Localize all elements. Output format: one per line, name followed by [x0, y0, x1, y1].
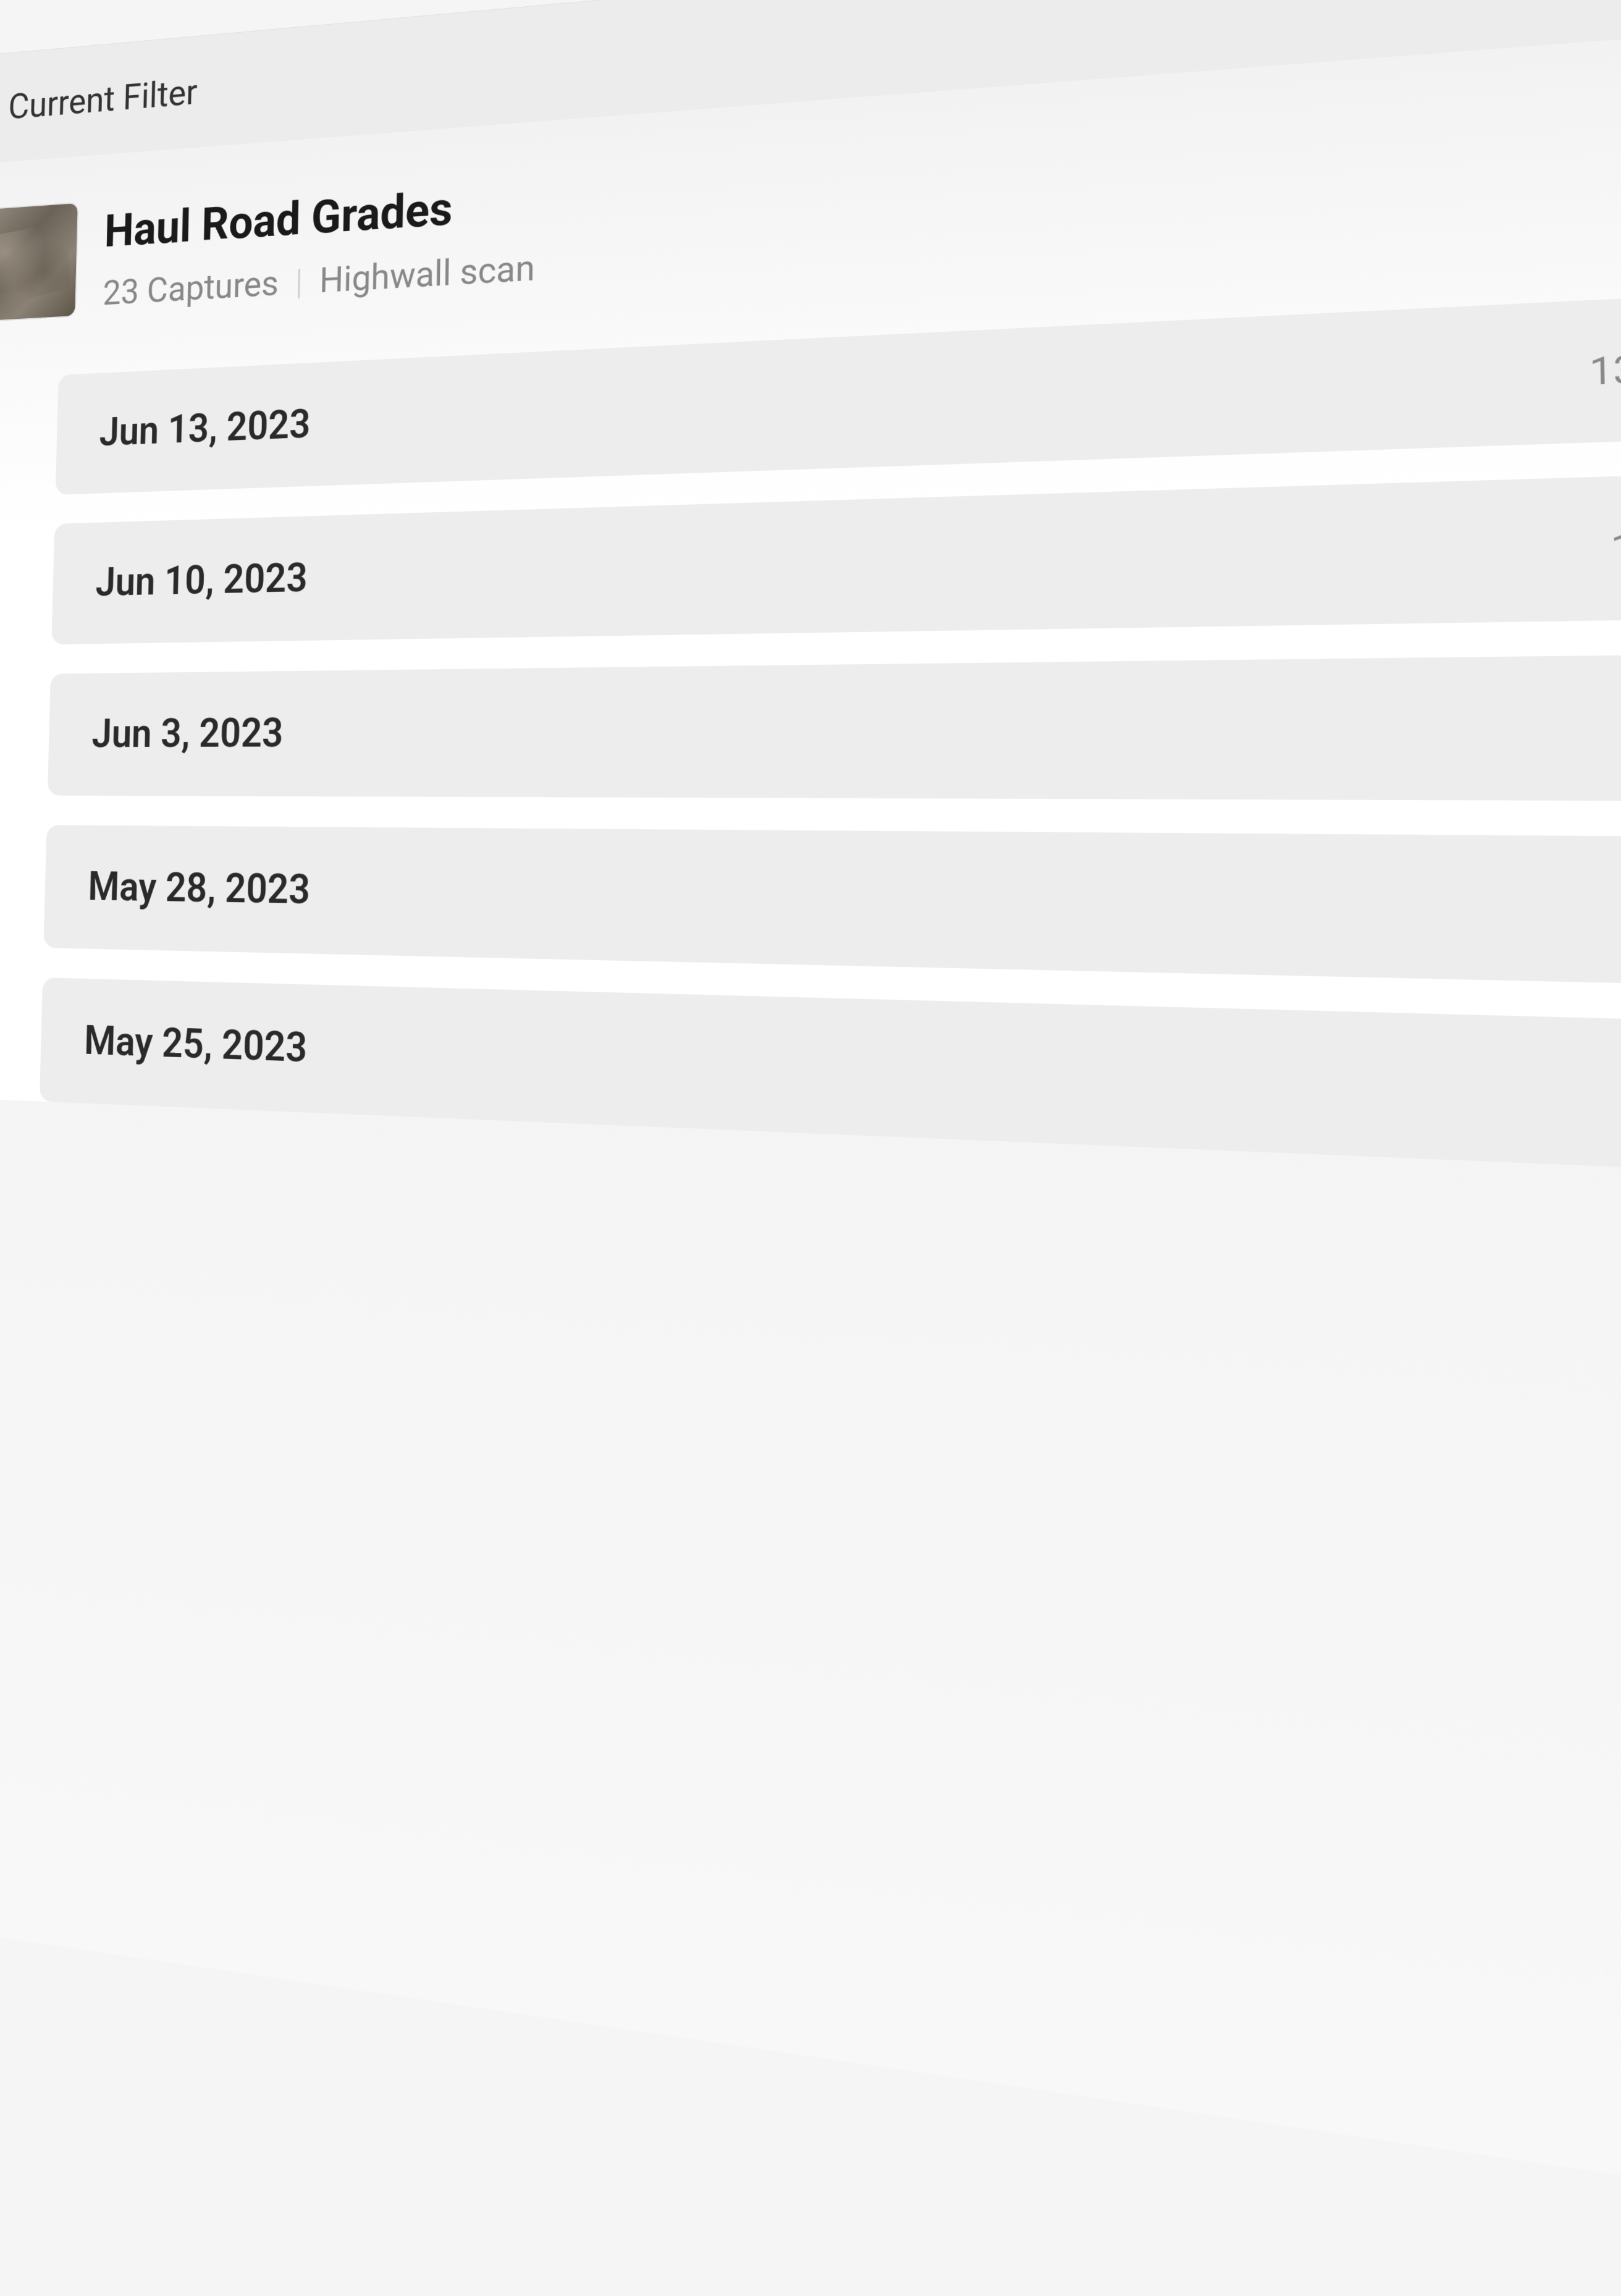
captures-list: Jun 13, 2023 13 files | Processing progr… — [0, 268, 1621, 1195]
captures-count: 23 Captures — [103, 262, 279, 314]
capture-files: 13 files — [1610, 522, 1621, 572]
capture-files: 13 files — [1589, 342, 1621, 394]
meta-divider: | — [295, 260, 303, 303]
capture-date: May 28, 2023 — [88, 864, 311, 914]
terrain-thumbnail-icon — [0, 202, 79, 323]
content-area: Haul Road Grades 23 Captures | Highwall … — [0, 0, 1621, 1195]
capture-row[interactable]: Jun 3, 2023 13 files | Synced to cloud — [48, 648, 1621, 803]
capture-date: May 25, 2023 — [83, 1018, 308, 1072]
capture-date: Jun 10, 2023 — [95, 555, 308, 606]
capture-status: 13 files | Processing progress — [1589, 322, 1621, 394]
filter-label: Current Filter — [8, 71, 198, 129]
capture-date: Jun 13, 2023 — [99, 402, 311, 456]
capture-date: Jun 3, 2023 — [91, 711, 284, 758]
scan-type: Highwall scan — [319, 246, 536, 301]
capture-status: 13 files | Syncing in progress — [1610, 510, 1621, 571]
capture-row[interactable]: May 28, 2023 13 files | Synced to cloud — [43, 825, 1621, 998]
capture-row[interactable]: May 25, 2023 13 files | Synced to cloud — [40, 977, 1621, 1195]
app-container: Current Filter Haul Road Grades 23 Captu… — [0, 0, 1621, 2279]
